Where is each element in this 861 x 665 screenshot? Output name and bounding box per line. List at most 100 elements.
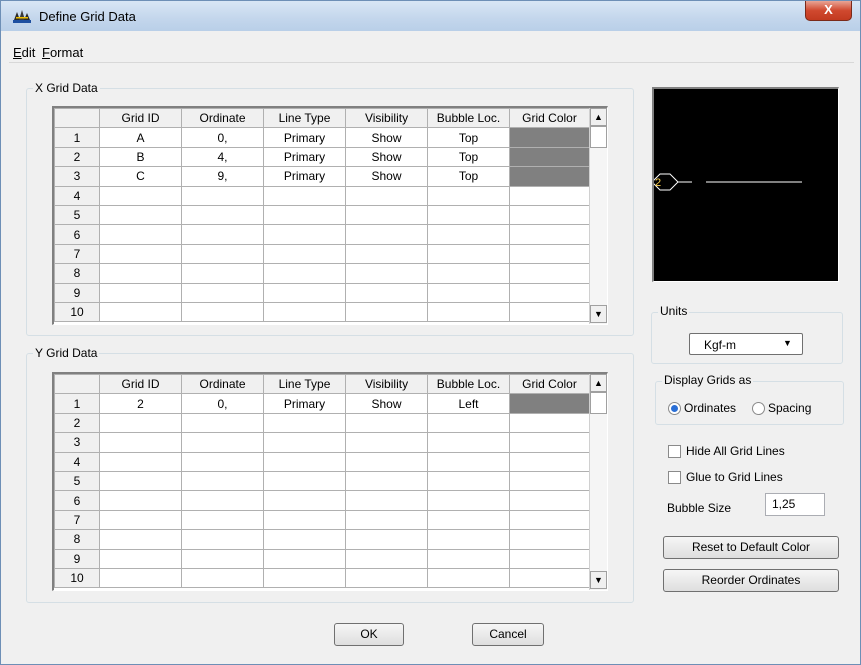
row-number[interactable]: 5: [54, 470, 100, 492]
table-row[interactable]: 5: [54, 204, 590, 226]
grid-cell-id[interactable]: [99, 470, 182, 492]
grid-cell-bubble[interactable]: [427, 282, 510, 303]
grid-cell-id[interactable]: [99, 529, 182, 550]
grid-color-cell[interactable]: [509, 451, 590, 472]
grid-cell-line-type[interactable]: Primary: [263, 393, 346, 414]
grid-color-cell[interactable]: [509, 490, 590, 511]
row-number[interactable]: 4: [54, 185, 100, 206]
grid-color-cell[interactable]: [509, 393, 590, 414]
grid-cell-visibility[interactable]: Show: [345, 393, 428, 414]
grid-cell-line-type[interactable]: [263, 451, 346, 472]
column-header[interactable]: Grid ID: [99, 107, 182, 129]
row-number[interactable]: 3: [54, 432, 100, 453]
grid-color-cell[interactable]: [509, 567, 590, 589]
grid-cell-visibility[interactable]: [345, 451, 428, 472]
grid-cell-visibility[interactable]: [345, 204, 428, 226]
grid-cell-ordinate[interactable]: 4,: [181, 146, 264, 168]
grid-cell-line-type[interactable]: Primary: [263, 166, 346, 187]
table-row[interactable]: 9: [54, 282, 590, 303]
grid-cell-ordinate[interactable]: [181, 567, 264, 589]
row-number[interactable]: 6: [54, 490, 100, 511]
column-header[interactable]: Ordinate: [181, 373, 264, 395]
grid-cell-bubble[interactable]: Top: [427, 127, 510, 148]
grid-cell-ordinate[interactable]: [181, 204, 264, 226]
grid-cell-bubble[interactable]: [427, 548, 510, 569]
table-row[interactable]: 10: [54, 567, 590, 589]
grid-cell-ordinate[interactable]: [181, 301, 264, 323]
grid-cell-line-type[interactable]: [263, 263, 346, 284]
table-row[interactable]: 7: [54, 243, 590, 265]
title-bar[interactable]: Define Grid Data X: [1, 1, 860, 31]
grid-cell-bubble[interactable]: [427, 224, 510, 245]
grid-cell-ordinate[interactable]: [181, 185, 264, 206]
grid-cell-bubble[interactable]: [427, 490, 510, 511]
grid-cell-id[interactable]: B: [99, 146, 182, 168]
grid-color-cell[interactable]: [509, 412, 590, 434]
table-row[interactable]: 3 C 9, Primary Show Top: [54, 166, 590, 187]
grid-cell-bubble[interactable]: [427, 412, 510, 434]
grid-color-cell[interactable]: [509, 432, 590, 453]
grid-cell-bubble[interactable]: [427, 185, 510, 206]
grid-color-cell[interactable]: [509, 127, 590, 148]
grid-cell-visibility[interactable]: [345, 243, 428, 265]
grid-cell-id[interactable]: [99, 490, 182, 511]
bubble-size-input[interactable]: 1,25: [765, 493, 825, 516]
table-row[interactable]: 1 2 0, Primary Show Left: [54, 393, 590, 414]
grid-color-cell[interactable]: [509, 301, 590, 323]
grid-cell-ordinate[interactable]: 0,: [181, 127, 264, 148]
grid-cell-id[interactable]: [99, 548, 182, 569]
grid-cell-id[interactable]: [99, 567, 182, 589]
grid-cell-ordinate[interactable]: [181, 470, 264, 492]
row-number[interactable]: 8: [54, 263, 100, 284]
grid-color-cell[interactable]: [509, 166, 590, 187]
grid-cell-visibility[interactable]: [345, 567, 428, 589]
column-header[interactable]: Line Type: [263, 373, 346, 395]
grid-cell-ordinate[interactable]: [181, 432, 264, 453]
row-number[interactable]: 4: [54, 451, 100, 472]
grid-cell-id[interactable]: 2: [99, 393, 182, 414]
table-row[interactable]: 10: [54, 301, 590, 323]
row-number[interactable]: 7: [54, 243, 100, 265]
grid-cell-ordinate[interactable]: [181, 451, 264, 472]
grid-cell-bubble[interactable]: [427, 243, 510, 265]
grid-cell-ordinate[interactable]: [181, 548, 264, 569]
table-row[interactable]: 4: [54, 451, 590, 472]
reset-default-color-button[interactable]: Reset to Default Color: [663, 536, 839, 559]
grid-cell-id[interactable]: [99, 243, 182, 265]
grid-cell-id[interactable]: [99, 282, 182, 303]
grid-cell-id[interactable]: [99, 204, 182, 226]
table-row[interactable]: 8: [54, 263, 590, 284]
row-number[interactable]: 10: [54, 567, 100, 589]
ok-button[interactable]: OK: [334, 623, 404, 646]
grid-cell-bubble[interactable]: [427, 432, 510, 453]
cancel-button[interactable]: Cancel: [472, 623, 544, 646]
grid-color-cell[interactable]: [509, 146, 590, 168]
row-number[interactable]: 3: [54, 166, 100, 187]
row-number[interactable]: 2: [54, 146, 100, 168]
row-number[interactable]: 1: [54, 393, 100, 414]
grid-cell-ordinate[interactable]: 0,: [181, 393, 264, 414]
grid-cell-line-type[interactable]: [263, 432, 346, 453]
grid-cell-bubble[interactable]: [427, 301, 510, 323]
row-number[interactable]: 9: [54, 282, 100, 303]
y-grid-scrollbar[interactable]: ▲ ▼: [589, 374, 607, 590]
scroll-thumb[interactable]: [590, 392, 607, 414]
grid-cell-line-type[interactable]: [263, 567, 346, 589]
grid-cell-id[interactable]: [99, 432, 182, 453]
grid-cell-id[interactable]: [99, 263, 182, 284]
scroll-thumb[interactable]: [590, 126, 607, 148]
grid-color-cell[interactable]: [509, 529, 590, 550]
row-number[interactable]: 8: [54, 529, 100, 550]
grid-cell-bubble[interactable]: [427, 470, 510, 492]
table-row[interactable]: 6: [54, 224, 590, 245]
grid-cell-bubble[interactable]: Top: [427, 166, 510, 187]
grid-cell-id[interactable]: [99, 301, 182, 323]
table-row[interactable]: 6: [54, 490, 590, 511]
reorder-ordinates-button[interactable]: Reorder Ordinates: [663, 569, 839, 592]
grid-color-cell[interactable]: [509, 204, 590, 226]
column-header[interactable]: Visibility: [345, 107, 428, 129]
table-row[interactable]: 3: [54, 432, 590, 453]
grid-color-cell[interactable]: [509, 263, 590, 284]
menu-format[interactable]: Format: [42, 45, 83, 60]
grid-cell-visibility[interactable]: [345, 263, 428, 284]
